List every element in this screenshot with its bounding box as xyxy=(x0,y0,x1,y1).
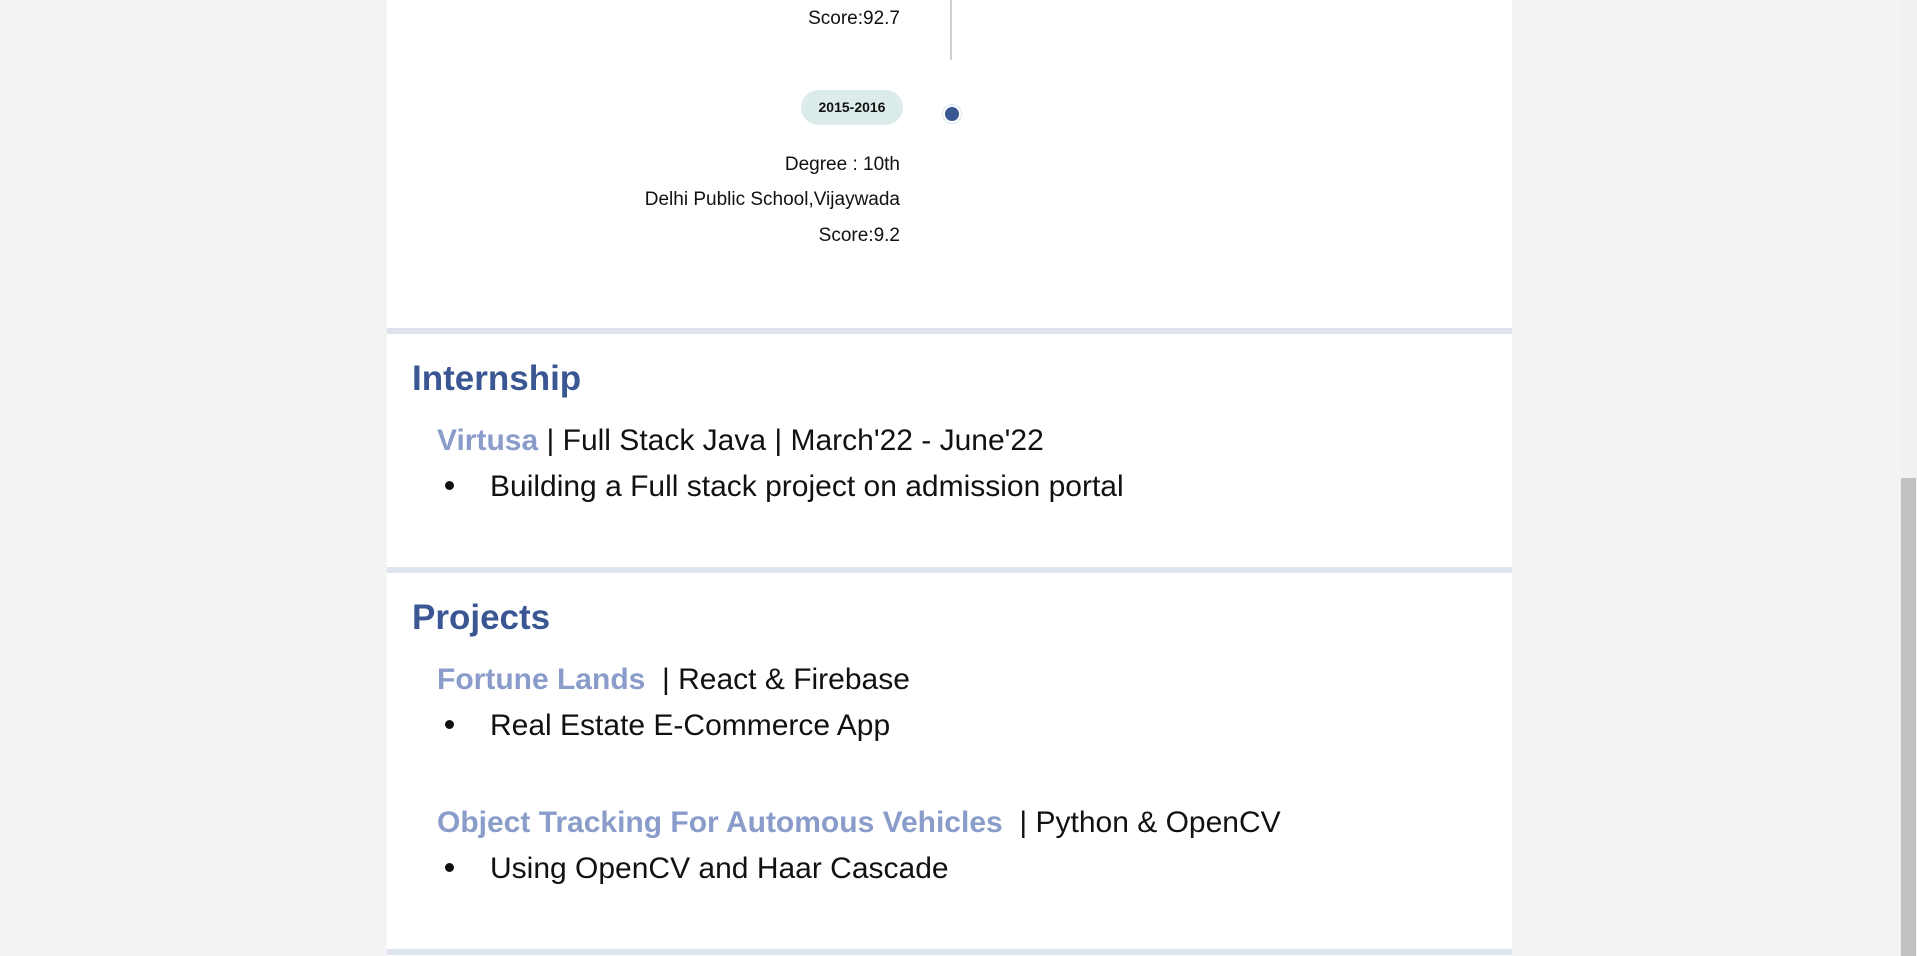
project-tech: | Python & OpenCV xyxy=(1002,806,1281,839)
internship-heading: Internship xyxy=(412,359,582,398)
bullet-text: Building a Full stack project on admissi… xyxy=(490,470,1124,503)
timeline-dot xyxy=(943,105,961,123)
section-divider xyxy=(387,949,1512,955)
list-item: Using OpenCV and Haar Cascade xyxy=(445,852,949,886)
bullet-icon xyxy=(445,862,454,872)
bullet-text: Using OpenCV and Haar Cascade xyxy=(490,852,949,885)
education-score: Score:9.2 xyxy=(818,225,900,246)
section-divider xyxy=(387,328,1512,334)
project-name: Object Tracking For Automous Vehicles xyxy=(437,806,1003,839)
bullet-icon xyxy=(445,480,454,490)
list-item: Building a Full stack project on admissi… xyxy=(445,470,1124,504)
bullet-icon xyxy=(445,719,454,729)
project-item-header: Fortune Lands | React & Firebase xyxy=(437,663,910,697)
year-badge: 2015-2016 xyxy=(801,90,903,125)
projects-heading: Projects xyxy=(412,598,551,637)
project-name: Fortune Lands xyxy=(437,663,646,696)
internship-company: Virtusa xyxy=(437,424,539,457)
internship-item-header: Virtusa | Full Stack Java | March'22 - J… xyxy=(437,424,1044,458)
project-tech: | React & Firebase xyxy=(645,663,910,696)
timeline-line xyxy=(950,0,952,60)
scrollbar-thumb[interactable] xyxy=(1901,478,1916,956)
education-degree: Degree : 10th xyxy=(784,154,900,175)
internship-details: | Full Stack Java | March'22 - June'22 xyxy=(538,424,1044,457)
previous-score: Score:92.7 xyxy=(808,8,900,29)
section-divider xyxy=(387,567,1512,573)
list-item: Real Estate E-Commerce App xyxy=(445,709,890,743)
bullet-text: Real Estate E-Commerce App xyxy=(490,709,891,742)
project-item-header: Object Tracking For Automous Vehicles | … xyxy=(437,806,1281,840)
education-school: Delhi Public School,Vijaywada xyxy=(644,189,900,210)
